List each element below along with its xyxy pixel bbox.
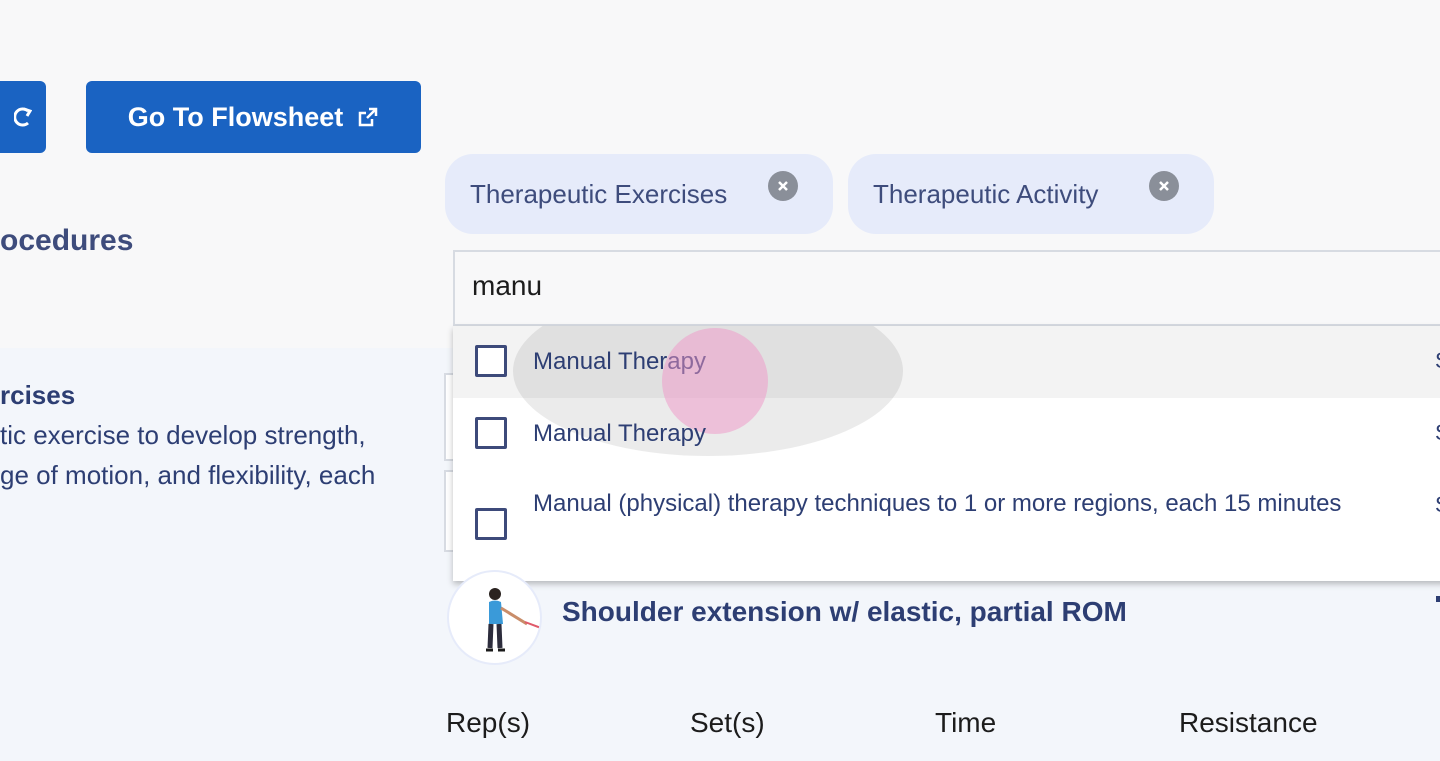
exercise-name[interactable]: Shoulder extension w/ elastic, partial R… (562, 596, 1127, 628)
exercise-thumbnail (447, 570, 542, 665)
option-label: Manual (physical) therapy techniques to … (533, 490, 1342, 517)
dropdown-option[interactable]: Manual (physical) therapy techniques to … (453, 470, 1440, 581)
close-circle-icon[interactable] (768, 171, 798, 201)
cutoff-mark (1436, 596, 1440, 602)
procedure-search-field[interactable] (453, 250, 1440, 326)
column-header-sets: Set(s) (690, 707, 765, 738)
checkbox[interactable] (475, 417, 507, 449)
chip-label: Therapeutic Exercises (470, 178, 728, 209)
option-side-text: S (1435, 420, 1440, 446)
refresh-button[interactable] (0, 81, 46, 153)
chip-label: Therapeutic Activity (873, 178, 1099, 209)
exercise-desc-line1: tic exercise to develop strength, (0, 420, 366, 450)
flowsheet-button-label: Go To Flowsheet (127, 101, 344, 132)
column-header-resistance: Resistance (1179, 707, 1318, 738)
refresh-icon (14, 107, 32, 127)
external-link-icon (359, 107, 378, 127)
search-results-dropdown: Manual Therapy S Manual Therapy S Manual… (453, 326, 1440, 581)
column-header-reps: Rep(s) (446, 707, 531, 738)
checkbox[interactable] (475, 345, 507, 377)
section-title: ocedures (0, 224, 134, 257)
dropdown-option[interactable]: Manual Therapy S (453, 398, 1440, 470)
option-side-text: S (1435, 348, 1440, 374)
person-exercise-figure (486, 588, 540, 652)
chip-therapeutic-exercises: Therapeutic Exercises (445, 154, 833, 234)
go-to-flowsheet-button[interactable]: Go To Flowsheet (86, 81, 421, 153)
column-header-time: Time (935, 707, 997, 738)
option-side-text: S (1435, 492, 1440, 518)
close-circle-icon[interactable] (1149, 171, 1179, 201)
exercise-group-description: rcises tic exercise to develop strength,… (0, 375, 375, 495)
option-label: Manual Therapy (533, 420, 706, 447)
exercise-group-title: rcises (0, 380, 76, 410)
exercise-desc-line2: ge of motion, and flexibility, each (0, 460, 376, 490)
dropdown-option[interactable]: Manual Therapy S (453, 326, 1440, 456)
chip-therapeutic-activity: Therapeutic Activity (848, 154, 1214, 234)
search-input[interactable] (455, 252, 1369, 302)
checkbox[interactable] (475, 508, 507, 540)
